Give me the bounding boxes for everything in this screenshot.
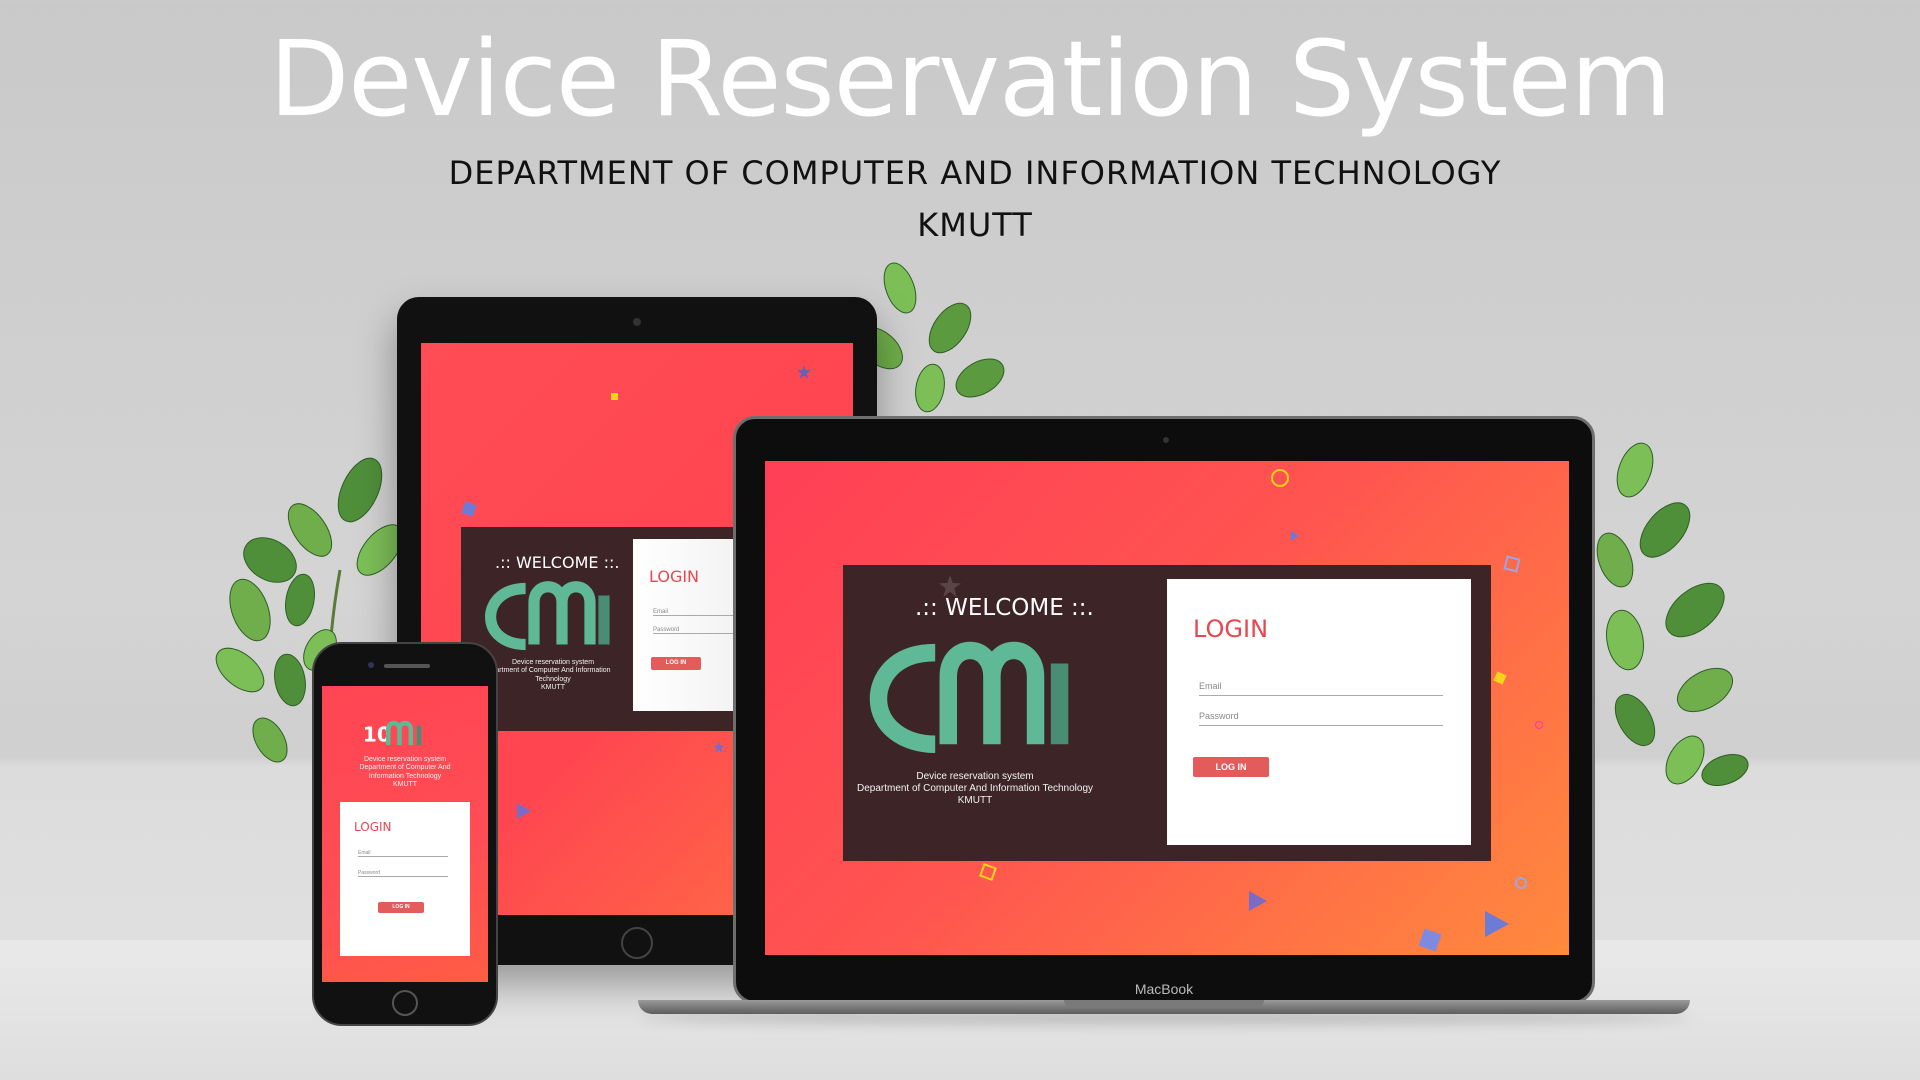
tagline-line: Device reservation system — [363, 756, 447, 763]
login-button[interactable]: LOG IN — [1193, 757, 1269, 777]
cube-confetti-icon — [1493, 671, 1507, 685]
phone-speaker — [384, 664, 430, 668]
tablet-camera — [633, 318, 641, 326]
tagline-line: Information Technology — [368, 772, 442, 780]
star-confetti-icon — [797, 365, 811, 379]
star-confetti-icon — [713, 741, 725, 753]
circle-confetti-icon — [1515, 877, 1527, 889]
cit-logo — [869, 641, 1069, 753]
laptop-camera — [1163, 437, 1169, 443]
university-subtitle: KMUTT — [917, 206, 1033, 244]
cube-confetti-icon — [1503, 555, 1521, 573]
circle-confetti-icon — [1535, 721, 1543, 729]
phone-home-button[interactable] — [392, 990, 418, 1016]
triangle-confetti-icon — [517, 803, 531, 819]
phone-camera — [368, 662, 374, 668]
tablet-login-title: LOGIN — [649, 567, 700, 586]
phone-device: 10 Device reservation system Department … — [312, 642, 498, 1026]
triangle-confetti-icon — [1249, 891, 1267, 911]
email-field[interactable]: Email — [1199, 681, 1443, 696]
tagline-line: KMUTT — [392, 781, 418, 789]
triangle-confetti-icon — [1291, 531, 1299, 541]
password-field[interactable]: Password — [1199, 711, 1443, 726]
laptop-device: .:: WELCOME ::. Device reservation syste… — [733, 416, 1595, 1004]
laptop-tagline: Device reservation system Department of … — [855, 771, 1095, 807]
phone-tagline: Device reservation system Department of … — [334, 756, 476, 790]
tablet-welcome-title: .:: WELCOME ::. — [495, 553, 620, 572]
cube-confetti-icon — [461, 501, 477, 517]
login-button[interactable]: LOG IN — [378, 902, 424, 913]
cit-logo: 10 — [363, 720, 422, 746]
tagline-line: Department of Computer And Information T… — [856, 783, 1094, 794]
department-subtitle: DEPARTMENT OF COMPUTER AND INFORMATION T… — [448, 154, 1502, 192]
tagline-line: KMUTT — [957, 795, 993, 806]
cit-logo — [485, 581, 610, 651]
laptop-screen: .:: WELCOME ::. Device reservation syste… — [765, 461, 1569, 955]
email-field[interactable]: Email — [358, 850, 448, 857]
phone-login-title: LOGIN — [354, 820, 392, 834]
laptop-brand-label: MacBook — [1134, 981, 1194, 997]
phone-screen: 10 Device reservation system Department … — [322, 686, 488, 982]
cube-confetti-icon — [1418, 928, 1442, 952]
cube-confetti-icon — [979, 863, 997, 881]
page-title: Device Reservation System — [269, 18, 1672, 140]
triangle-confetti-icon — [1485, 911, 1509, 937]
tagline-line: Device reservation system — [916, 771, 1034, 782]
laptop-welcome-title: .:: WELCOME ::. — [915, 595, 1094, 621]
tablet-home-button[interactable] — [621, 927, 653, 959]
login-button[interactable]: LOG IN — [651, 657, 701, 670]
circle-confetti-icon — [1271, 469, 1289, 487]
tagline-line: Department of Computer And — [359, 764, 451, 772]
circle-confetti-icon — [611, 393, 618, 400]
laptop-notch — [1064, 1000, 1264, 1008]
star-confetti-icon — [939, 575, 961, 597]
leaf-plant-icon — [1596, 442, 1749, 787]
laptop-login-title: LOGIN — [1193, 615, 1269, 643]
password-field[interactable]: Password — [358, 870, 448, 877]
